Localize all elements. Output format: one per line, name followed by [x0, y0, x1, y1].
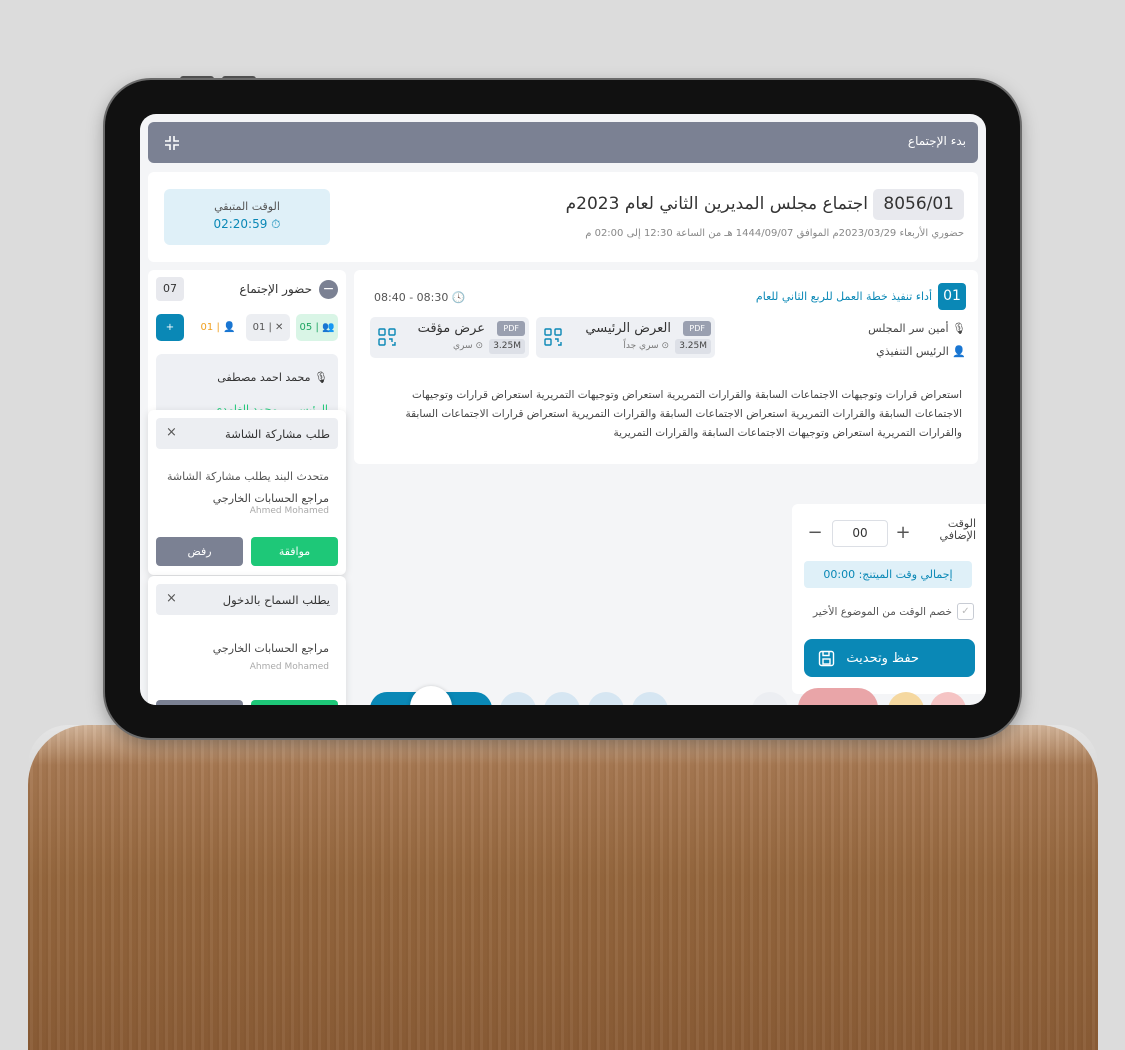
qr-code-icon[interactable] — [544, 328, 562, 346]
agenda-title[interactable]: أداء تنفيذ خطة العمل للربع الثاني للعام — [756, 290, 932, 303]
timer-icon: ⏱ — [271, 217, 281, 231]
list-item[interactable]: محمد احمد مصطفى 🎙 — [217, 371, 328, 384]
agenda-time: 08:40 - 08:30 🕓 — [374, 291, 466, 304]
agenda-time-text: 08:40 - 08:30 — [374, 291, 449, 304]
file-size-badge: 3.25M — [489, 339, 525, 354]
attachment-main[interactable]: العرض الرئيسي PDF 3.25M سري جداً ⊙ — [536, 317, 715, 358]
accept-button[interactable]: موافقة — [251, 537, 338, 566]
file-name: العرض الرئيسي — [585, 321, 671, 336]
screen-icon[interactable] — [632, 692, 668, 705]
screen-share-popup: طلب مشاركة الشاشة × متحدث البند يطلب مشا… — [148, 410, 346, 575]
reject-button[interactable]: رفض — [156, 537, 243, 566]
microphone-icon: 🎙 — [314, 371, 328, 384]
more-icon[interactable] — [752, 692, 788, 705]
deduct-checkbox[interactable]: ✓ — [957, 603, 974, 620]
collapse-icon[interactable] — [162, 133, 182, 153]
agenda-item-card: 01 أداء تنفيذ خطة العمل للربع الثاني للع… — [354, 270, 978, 464]
increment-button[interactable]: + — [892, 520, 914, 547]
deduct-label: خصم الوقت من الموضوع الأخير — [813, 606, 952, 618]
late-count: 01 — [200, 322, 214, 333]
window-title: بدء الإجتماع — [907, 134, 966, 148]
document-icon[interactable] — [544, 692, 580, 705]
save-label: حفظ وتحديث — [846, 651, 919, 666]
total-meeting-time: إجمالي وقت الميتنج: 00:00 — [804, 561, 972, 588]
microphone-icon: 🎙 — [952, 322, 966, 335]
title-bar: بدء الإجتماع — [148, 122, 978, 163]
admission-popup: يطلب السماح بالدخول × مراجع الحسابات الخ… — [148, 576, 346, 705]
confidentiality: سري ⊙ — [453, 341, 483, 351]
agenda-number: 01 — [938, 283, 966, 310]
save-update-button[interactable]: حفظ وتحديث — [804, 639, 975, 677]
confidentiality-text: سري — [453, 341, 473, 351]
user-icon: 👤 — [952, 345, 966, 358]
decrement-button[interactable]: − — [804, 520, 826, 547]
requester-name: مراجع الحسابات الخارجي — [212, 492, 329, 505]
absent-count: 01 — [252, 322, 266, 333]
wooden-stand — [28, 725, 1098, 1050]
attendance-count: 07 — [156, 277, 184, 301]
reject-button[interactable] — [156, 700, 243, 705]
requester-name: مراجع الحسابات الخارجي — [212, 642, 329, 655]
role-secretary: أمين سر المجلس 🎙 — [868, 322, 966, 335]
attendance-title: حضور الإجتماع — [239, 282, 312, 296]
requester-name-en: Ahmed Mohamed — [249, 662, 329, 672]
qr-code-icon[interactable] — [378, 328, 396, 346]
extra-time-label: الوقت الإضافي — [940, 518, 976, 542]
attendee-name: محمد احمد مصطفى — [217, 371, 311, 384]
popup-message: متحدث البند يطلب مشاركة الشاشة — [167, 470, 329, 483]
popup-title: يطلب السماح بالدخول — [222, 593, 330, 607]
clock-icon: 🕓 — [451, 291, 466, 304]
present-chip[interactable]: 05 | 👥 — [296, 314, 338, 341]
extra-time-input[interactable]: 00 — [832, 520, 888, 547]
file-type-badge: PDF — [683, 321, 711, 336]
meeting-toolbar — [370, 686, 986, 705]
location-pin-icon: ⊙ — [475, 341, 483, 351]
pause-button[interactable] — [888, 692, 924, 705]
file-size-badge: 3.25M — [675, 339, 711, 354]
role-ceo: الرئيس التنفيذي 👤 — [876, 345, 966, 358]
remaining-value: 02:20:59 ⏱ — [164, 217, 330, 232]
close-icon[interactable]: × — [166, 425, 177, 440]
accept-button[interactable] — [251, 700, 338, 705]
present-count: 05 — [299, 322, 313, 333]
meeting-details: حضوري الأربعاء 2023/03/29م الموافق 1444/… — [585, 228, 964, 239]
save-icon — [818, 650, 835, 667]
remaining-label: الوقت المتبقي — [214, 200, 280, 213]
end-meeting-button[interactable] — [798, 688, 878, 705]
location-pin-icon: ⊙ — [661, 341, 669, 351]
agenda-description: استعراض قرارات وتوجيهات الاجتماعات الساب… — [405, 389, 962, 439]
meeting-code: 8056/01 — [873, 189, 964, 220]
confidentiality: سري جداً ⊙ — [623, 341, 669, 351]
popup-header: يطلب السماح بالدخول × — [156, 584, 338, 615]
file-name: عرض مؤقت — [417, 321, 485, 336]
record-button[interactable] — [930, 692, 966, 705]
role-label: أمين سر المجلس — [868, 322, 949, 335]
chat-icon[interactable] — [500, 692, 536, 705]
add-user-button[interactable]: + — [156, 314, 184, 341]
info-icon[interactable] — [588, 692, 624, 705]
popup-title: طلب مشاركة الشاشة — [225, 427, 330, 441]
role-label: الرئيس التنفيذي — [876, 345, 949, 358]
popup-header: طلب مشاركة الشاشة × — [156, 418, 338, 449]
meeting-header: 8056/01 اجتماع مجلس المديرين الثاني لعام… — [148, 172, 978, 262]
remaining-time: 02:20:59 — [213, 217, 268, 231]
requester-name-en: Ahmed Mohamed — [249, 506, 329, 516]
extra-time-stepper: − 00 + — [804, 520, 916, 547]
extra-time-label-line2: الإضافي — [939, 529, 976, 542]
collapse-minus-icon[interactable]: − — [319, 280, 338, 299]
close-icon[interactable]: × — [166, 591, 177, 606]
remaining-time-box: الوقت المتبقي 02:20:59 ⏱ — [164, 189, 330, 245]
absent-chip[interactable]: 01 | ✕ — [246, 314, 290, 341]
late-chip[interactable]: 01 | 👤 — [196, 314, 240, 341]
attachment-temp[interactable]: عرض مؤقت PDF 3.25M سري ⊙ — [370, 317, 529, 358]
confidentiality-text: سري جداً — [623, 341, 659, 351]
file-type-badge: PDF — [497, 321, 525, 336]
toggle-knob[interactable] — [410, 686, 452, 705]
extra-time-panel: الوقت الإضافي − 00 + إجمالي وقت الميتنج:… — [792, 504, 986, 694]
tablet-screen: بدء الإجتماع 8056/01 اجتماع مجلس المديري… — [140, 114, 986, 705]
meeting-title: اجتماع مجلس المديرين الثاني لعام 2023م — [565, 194, 868, 214]
